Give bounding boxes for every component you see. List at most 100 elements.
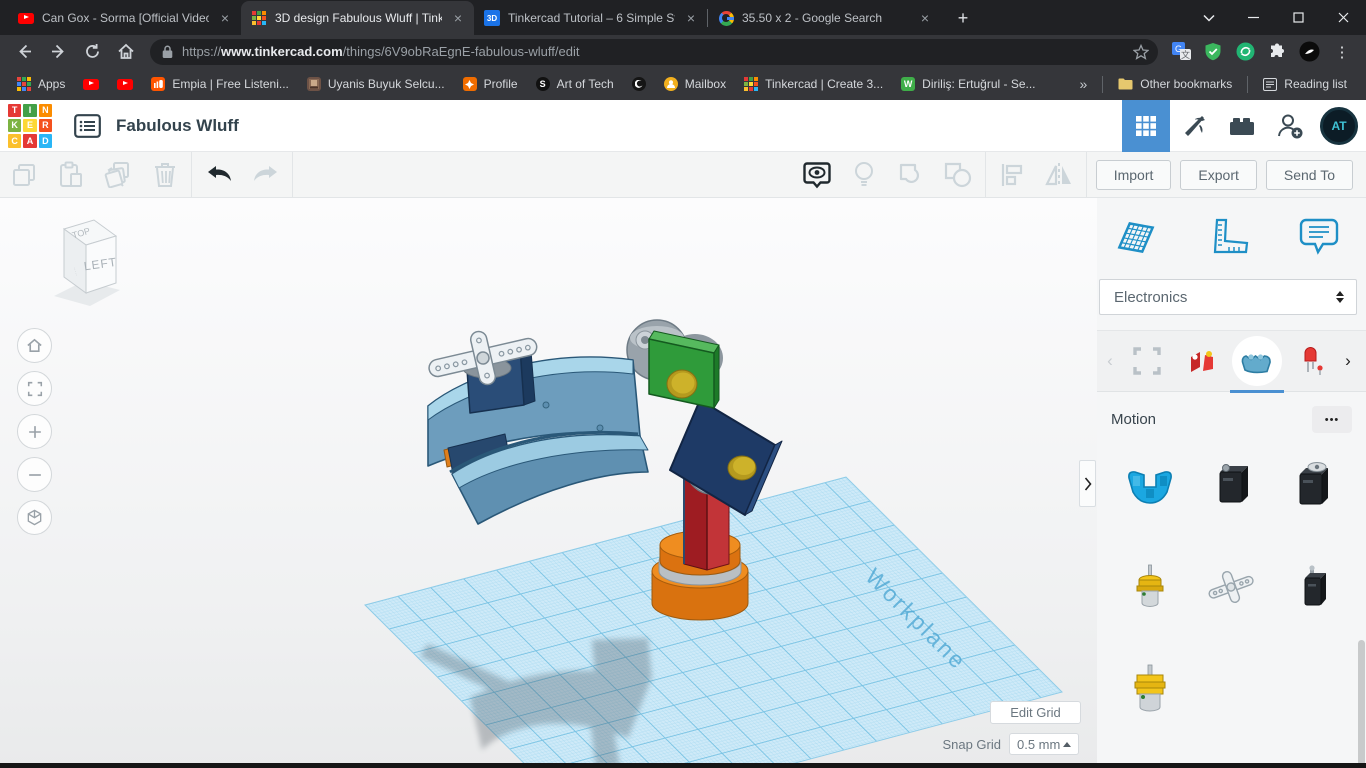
category-motion-active[interactable] [1232, 336, 1282, 386]
import-button[interactable]: Import [1096, 160, 1172, 190]
shield-extension-icon[interactable] [1198, 38, 1228, 66]
bookmark-youtube-1[interactable] [76, 76, 106, 93]
bookmark-tinkercad[interactable]: Tinkercad | Create 3... [737, 74, 890, 94]
bookmark-unlabeled[interactable] [625, 74, 653, 94]
view-cube[interactable]: TOP LEFT ····· [16, 208, 128, 312]
close-icon[interactable]: × [917, 9, 933, 27]
new-tab-button[interactable]: + [949, 4, 977, 32]
group-button[interactable] [888, 153, 935, 197]
tinker-3d-tab-button[interactable] [1122, 100, 1170, 152]
part-servo-continuous[interactable] [1285, 457, 1341, 513]
invite-collaborator-button[interactable] [1266, 100, 1314, 152]
browser-home-button[interactable] [110, 38, 142, 66]
bookmark-profile[interactable]: Profile [456, 74, 525, 94]
reading-list-button[interactable]: Reading list [1256, 74, 1354, 94]
minecraft-export-button[interactable] [1170, 100, 1218, 152]
send-to-button[interactable]: Send To [1266, 160, 1353, 190]
header-actions: AT [1122, 100, 1366, 152]
collapse-panel-button[interactable] [1079, 460, 1096, 507]
part-servo-mount[interactable] [1122, 457, 1178, 513]
translate-extension-icon[interactable]: G文 [1166, 38, 1196, 66]
delete-button[interactable] [141, 153, 188, 197]
close-icon[interactable]: × [683, 9, 699, 27]
panel-scrollbar[interactable] [1358, 640, 1365, 766]
close-icon[interactable]: × [450, 9, 466, 27]
bookmark-uyanis[interactable]: Uyanis Buyuk Selcu... [300, 74, 452, 94]
part-servo[interactable] [1203, 457, 1259, 513]
zoom-in-button[interactable] [17, 414, 52, 449]
led-icon [1294, 344, 1328, 378]
extensions-puzzle-icon[interactable] [1262, 38, 1292, 66]
mirror-button[interactable] [1036, 153, 1083, 197]
bookmark-star-icon[interactable] [1128, 39, 1154, 65]
copy-button[interactable] [0, 153, 47, 197]
other-bookmarks-button[interactable]: Other bookmarks [1111, 74, 1239, 94]
bookmark-dirilis[interactable]: W Diriliş: Ertuğrul - Se... [894, 74, 1042, 94]
3d-viewport[interactable]: Workplane [0, 198, 1097, 768]
bookmark-mailbox[interactable]: Mailbox [657, 74, 733, 94]
close-icon[interactable]: × [217, 9, 233, 27]
account-avatar[interactable]: AT [1320, 107, 1358, 145]
more-options-button[interactable]: ••• [1312, 406, 1352, 433]
undo-button[interactable] [195, 153, 242, 197]
category-select[interactable]: Electronics [1099, 279, 1357, 315]
tab-tinkercad-design[interactable]: 3D design Fabulous Wluff | Tinke × [241, 1, 474, 35]
home-view-button[interactable] [17, 328, 52, 363]
tab-title: 3D design Fabulous Wluff | Tinke [275, 11, 442, 25]
url-bar[interactable]: https://www.tinkercad.com/things/6V9obRa… [150, 39, 1158, 65]
ungroup-button[interactable] [935, 153, 982, 197]
reload-button[interactable] [76, 38, 108, 66]
part-micro-servo[interactable] [1285, 559, 1341, 615]
back-button[interactable] [8, 38, 40, 66]
workplane-tool-button[interactable] [1111, 211, 1161, 263]
ruler-tool-button[interactable] [1203, 211, 1253, 263]
tinkercad-logo[interactable]: TINKERCAD [8, 104, 52, 148]
section-title: Motion [1111, 411, 1156, 428]
bookmarks-overflow-button[interactable]: » [1072, 73, 1094, 95]
browser-menu-button[interactable]: ⋮ [1326, 38, 1358, 66]
tips-button[interactable] [841, 153, 888, 197]
carousel-prev-button[interactable]: ‹ [1101, 351, 1119, 371]
browser-profile-avatar[interactable] [1294, 38, 1324, 66]
part-gearmotor[interactable] [1122, 661, 1178, 717]
art-of-tech-icon: S [536, 77, 550, 91]
carousel-next-button[interactable]: › [1339, 351, 1357, 371]
forward-button[interactable] [42, 38, 74, 66]
perspective-toggle-button[interactable] [17, 500, 52, 535]
part-servo-horn[interactable] [1203, 559, 1259, 615]
snap-grid-select[interactable]: 0.5 mm [1009, 733, 1079, 755]
window-close-button[interactable] [1321, 0, 1366, 35]
category-leds[interactable] [1284, 334, 1338, 388]
list-icon [74, 114, 101, 138]
tab-youtube[interactable]: Can Gox - Sorma [Official Video] × [8, 1, 241, 35]
duplicate-button[interactable] [94, 153, 141, 197]
snap-grid-value: 0.5 mm [1017, 737, 1060, 752]
bookmark-empia[interactable]: Empia | Free Listeni... [144, 74, 296, 94]
lock-icon [162, 45, 173, 59]
design-properties-button[interactable] [70, 111, 104, 141]
align-button[interactable] [989, 153, 1036, 197]
blocks-button[interactable] [1218, 100, 1266, 152]
part-micro-gearmotor[interactable] [1122, 559, 1178, 615]
export-button[interactable]: Export [1180, 160, 1256, 190]
minimize-button[interactable] [1231, 0, 1276, 35]
fit-view-button[interactable] [17, 371, 52, 406]
vpn-extension-icon[interactable] [1230, 38, 1260, 66]
tab-google-search[interactable]: 35.50 x 2 - Google Search × [708, 1, 941, 35]
tab-tutorial[interactable]: 3D Tinkercad Tutorial – 6 Simple Ste × [474, 1, 707, 35]
category-connectors[interactable] [1176, 334, 1230, 388]
restore-button[interactable] [1276, 0, 1321, 35]
zoom-out-button[interactable] [17, 457, 52, 492]
bookmark-apps[interactable]: Apps [10, 74, 72, 94]
window-menu-button[interactable] [1186, 0, 1231, 35]
category-basic-shapes[interactable] [1120, 334, 1174, 388]
ruler-tool-icon [1205, 215, 1251, 259]
paste-button[interactable] [47, 153, 94, 197]
edit-grid-button[interactable]: Edit Grid [990, 701, 1081, 724]
notes-tool-button[interactable] [1294, 211, 1344, 263]
bookmark-art-of-tech[interactable]: S Art of Tech [529, 74, 621, 94]
show-all-button[interactable] [794, 153, 841, 197]
redo-button[interactable] [242, 153, 289, 197]
bookmark-youtube-2[interactable] [110, 76, 140, 93]
tab-title: Tinkercad Tutorial – 6 Simple Ste [508, 11, 675, 25]
